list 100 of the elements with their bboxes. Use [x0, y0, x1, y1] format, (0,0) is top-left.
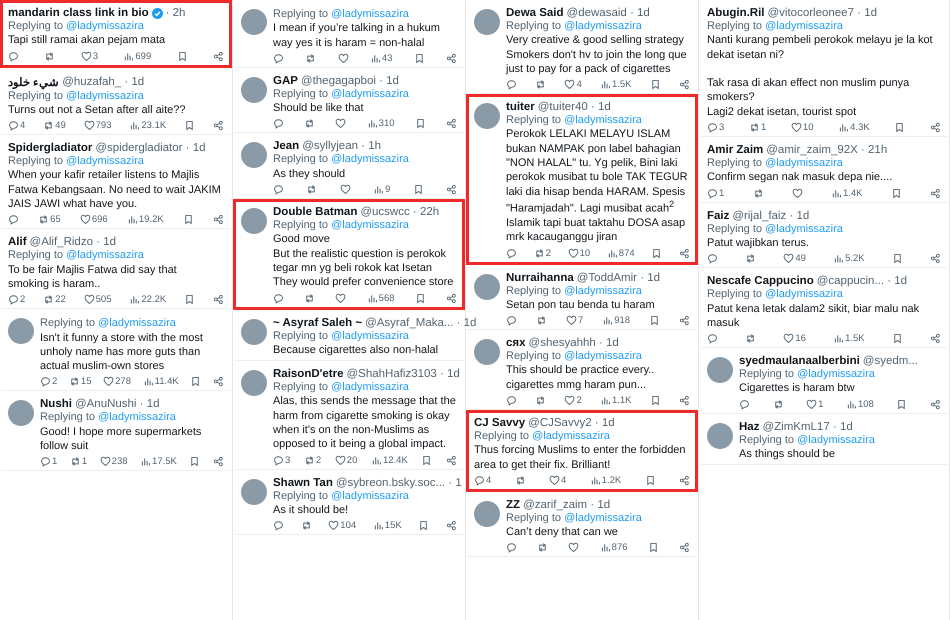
reply-icon[interactable]: [474, 474, 485, 486]
user-name[interactable]: ZZ: [506, 498, 520, 511]
user-handle[interactable]: @dewasaid · 1d: [566, 7, 650, 19]
heart-icon[interactable]: [80, 214, 91, 226]
heart-icon[interactable]: [792, 188, 803, 199]
bar-chart-icon[interactable]: [838, 122, 850, 134]
avatar[interactable]: [474, 9, 500, 35]
avatar[interactable]: [241, 318, 267, 345]
user-name[interactable]: tuiter: [506, 101, 535, 114]
reply-icon[interactable]: [707, 122, 718, 134]
bookmark-icon[interactable]: [414, 52, 425, 64]
avatar[interactable]: [241, 76, 267, 103]
bookmark-icon[interactable]: [650, 395, 661, 406]
user-name[interactable]: Faiz: [707, 210, 730, 222]
user-name[interactable]: Alif: [8, 236, 27, 248]
reply-icon[interactable]: [506, 542, 517, 554]
avatar[interactable]: [241, 9, 267, 35]
bar-chart-icon[interactable]: [126, 214, 138, 226]
repost-icon[interactable]: [305, 52, 316, 64]
bookmark-icon[interactable]: [421, 454, 432, 466]
share-icon[interactable]: [678, 79, 690, 90]
bookmark-icon[interactable]: [184, 294, 196, 306]
heart-icon[interactable]: [80, 50, 92, 62]
bar-chart-icon[interactable]: [366, 292, 378, 304]
bar-chart-icon[interactable]: [833, 253, 844, 264]
bookmark-icon[interactable]: [418, 520, 430, 532]
share-icon[interactable]: [678, 542, 690, 554]
share-icon[interactable]: [212, 120, 224, 132]
bookmark-icon[interactable]: [650, 79, 661, 90]
bar-chart-icon[interactable]: [600, 542, 611, 554]
heart-icon[interactable]: [783, 333, 794, 344]
heart-icon[interactable]: [549, 474, 560, 486]
heart-icon[interactable]: [564, 79, 576, 90]
bookmark-icon[interactable]: [644, 474, 656, 486]
user-name[interactable]: Jean: [273, 140, 300, 152]
user-name[interactable]: Haz: [739, 420, 760, 433]
avatar[interactable]: [8, 400, 34, 426]
bookmark-icon[interactable]: [651, 248, 662, 259]
share-icon[interactable]: [930, 398, 941, 410]
user-handle[interactable]: @ToddAmir · 1d: [576, 272, 660, 284]
bookmark-icon[interactable]: [892, 333, 903, 344]
avatar[interactable]: [241, 208, 267, 234]
heart-icon[interactable]: [334, 454, 346, 466]
bar-chart-icon[interactable]: [129, 120, 140, 132]
reply-icon[interactable]: [273, 184, 284, 196]
user-name[interactable]: ~ Asyraf Saleh ~: [273, 316, 362, 329]
avatar[interactable]: [474, 339, 500, 366]
share-icon[interactable]: [446, 184, 457, 196]
bar-chart-icon[interactable]: [123, 50, 134, 62]
reply-icon[interactable]: [707, 333, 718, 344]
share-icon[interactable]: [212, 376, 224, 388]
bookmark-icon[interactable]: [182, 214, 194, 226]
bar-chart-icon[interactable]: [372, 184, 384, 196]
repost-icon[interactable]: [745, 333, 756, 344]
bar-chart-icon[interactable]: [140, 456, 152, 468]
user-handle[interactable]: @cappucin... · 1d: [816, 275, 908, 288]
avatar[interactable]: [241, 370, 267, 396]
user-handle[interactable]: @ucswcc · 22h: [360, 206, 440, 218]
heart-icon[interactable]: [806, 398, 818, 410]
repost-icon[interactable]: [535, 395, 546, 406]
repost-icon[interactable]: [70, 456, 81, 468]
bookmark-icon[interactable]: [649, 315, 660, 326]
bar-chart-icon[interactable]: [606, 248, 618, 259]
user-name[interactable]: Dewa Said: [506, 7, 564, 19]
user-name[interactable]: syedmaulanaalberbini: [739, 355, 860, 368]
share-icon[interactable]: [930, 333, 941, 344]
bar-chart-icon[interactable]: [590, 474, 601, 486]
heart-icon[interactable]: [338, 52, 349, 64]
share-icon[interactable]: [930, 188, 941, 199]
reply-icon[interactable]: [506, 395, 517, 406]
user-handle[interactable]: @spidergladiator · 1d: [95, 142, 206, 154]
user-handle[interactable]: · 2h: [166, 7, 186, 19]
bar-chart-icon[interactable]: [830, 188, 842, 199]
reply-icon[interactable]: [40, 376, 51, 388]
share-icon[interactable]: [446, 52, 457, 64]
bar-chart-icon[interactable]: [833, 333, 844, 344]
share-icon[interactable]: [930, 122, 941, 134]
bar-chart-icon[interactable]: [366, 118, 378, 130]
heart-icon[interactable]: [568, 248, 579, 259]
bar-chart-icon[interactable]: [600, 395, 611, 406]
user-name[interactable]: Shawn Tan: [273, 476, 333, 489]
bar-chart-icon[interactable]: [602, 315, 614, 326]
user-handle[interactable]: @amir_zaim_92X · 21h: [766, 144, 888, 156]
reply-icon[interactable]: [8, 214, 19, 226]
repost-icon[interactable]: [745, 253, 756, 264]
bookmark-icon[interactable]: [896, 398, 908, 410]
reply-icon[interactable]: [273, 454, 284, 466]
share-icon[interactable]: [678, 474, 690, 486]
user-handle[interactable]: @Alif_Ridzo · 1d: [30, 236, 116, 248]
reply-icon[interactable]: [8, 120, 19, 132]
bookmark-icon[interactable]: [414, 292, 426, 304]
reply-icon[interactable]: [707, 188, 718, 199]
user-name[interactable]: RaisonD'etre: [273, 368, 344, 380]
user-handle[interactable]: @huzafah_ · 1d: [62, 76, 144, 88]
repost-icon[interactable]: [752, 188, 764, 199]
repost-icon[interactable]: [536, 315, 547, 326]
bookmark-icon[interactable]: [890, 188, 902, 199]
heart-icon[interactable]: [335, 118, 346, 130]
heart-icon[interactable]: [783, 253, 794, 264]
avatar[interactable]: [707, 422, 733, 449]
